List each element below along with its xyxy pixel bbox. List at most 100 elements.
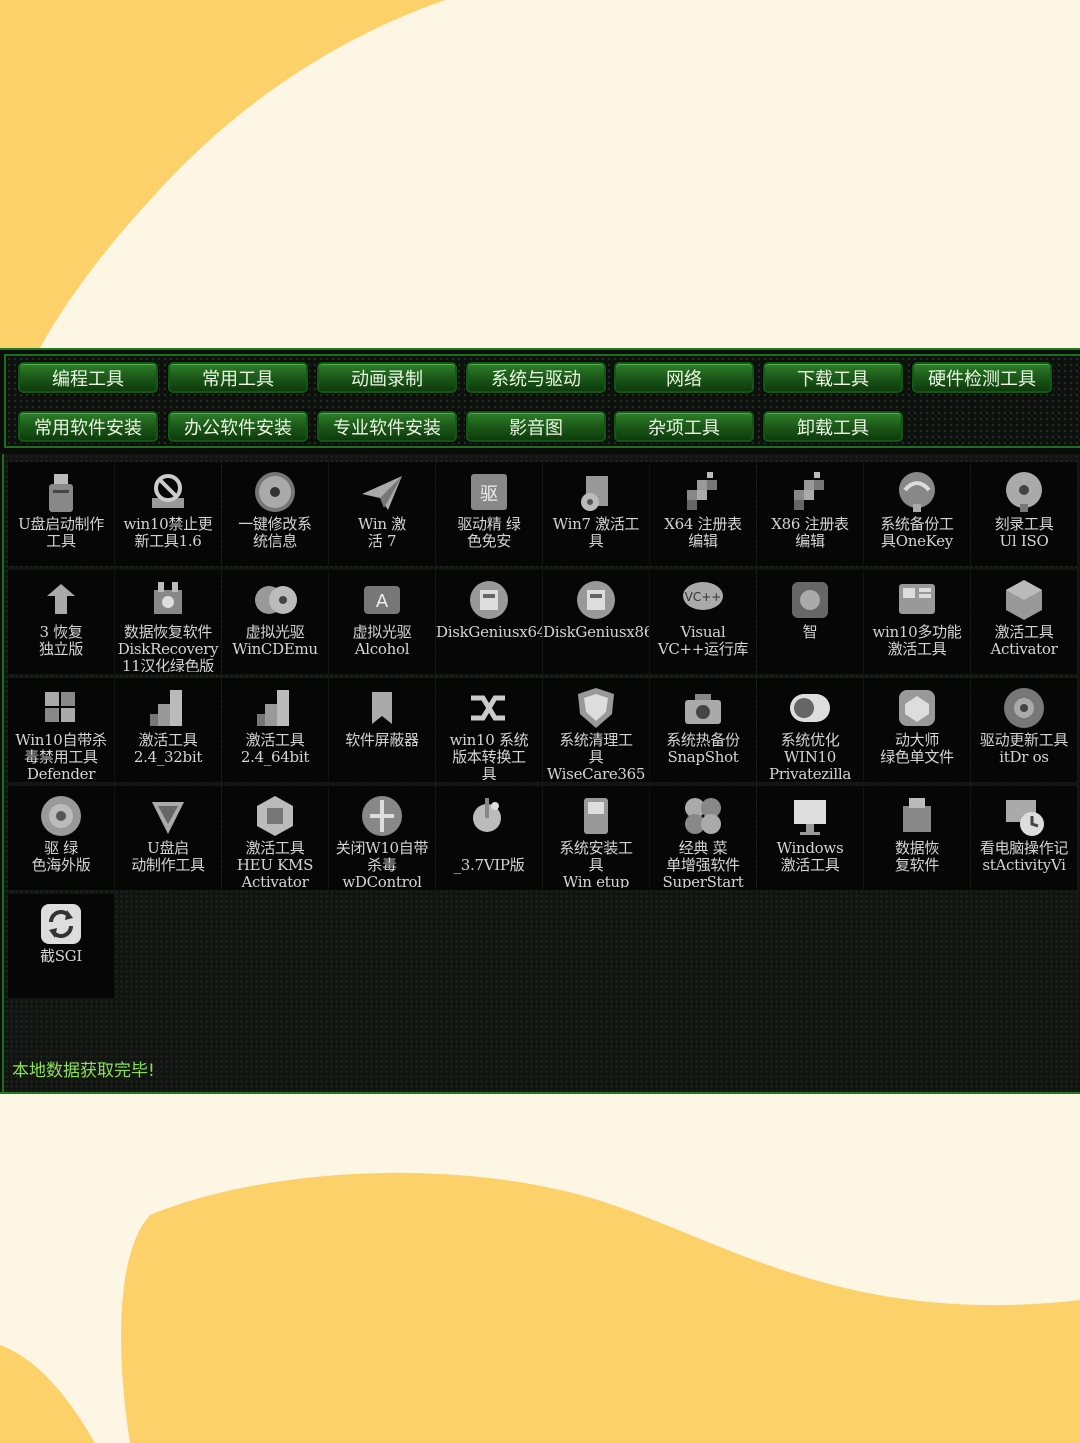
tool-tile-label: 激活工具 Activator xyxy=(990,624,1058,658)
tool-tile[interactable]: win10多功能 激活工具 xyxy=(864,570,970,674)
app-icon xyxy=(786,576,834,624)
tab-office-software[interactable]: 办公软件安装 xyxy=(168,411,308,442)
tool-tile[interactable]: Windows 激活工具 xyxy=(757,786,863,890)
driver-box-icon: 驱 xyxy=(465,468,513,516)
tool-tile[interactable]: DiskGeniusx86 xyxy=(543,570,649,674)
tool-tile[interactable]: 看电脑操作记 stActivityVi xyxy=(971,786,1077,890)
tool-tile[interactable]: U盘启 动制作工具 xyxy=(115,786,221,890)
tool-tile[interactable]: Win 激 活 7 xyxy=(329,462,435,566)
tool-tile[interactable]: 系统安装工 具 Win etup xyxy=(543,786,649,890)
tool-tile[interactable]: Win7 激活工 具 xyxy=(543,462,649,566)
tab-programming-tools[interactable]: 编程工具 xyxy=(18,362,158,393)
tool-tile[interactable]: win10 系统 版本转换工 具 xyxy=(436,678,542,782)
tool-tile-label: 激活工具 HEU KMS Activator xyxy=(236,840,314,888)
superstart-icon xyxy=(679,792,727,840)
tool-tile-label: DiskGeniusx86 xyxy=(543,624,649,641)
virtual-drive-icon xyxy=(251,576,299,624)
tool-tile-label: 3 恢复 独立版 xyxy=(38,624,84,658)
tool-tile[interactable]: DiskGeniusx64 xyxy=(436,570,542,674)
tab-download-tools[interactable]: 下载工具 xyxy=(763,362,903,393)
blocker-icon xyxy=(358,684,406,732)
windows-activation-icon xyxy=(786,792,834,840)
tool-tile[interactable]: 虚拟光驱 WinCDEmu xyxy=(222,570,328,674)
tab-network[interactable]: 网络 xyxy=(614,362,754,393)
tool-tile[interactable]: 关闭W10自带 杀毒 wDControl xyxy=(329,786,435,890)
tool-tile[interactable]: 一键修改系 统信息 xyxy=(222,462,328,566)
tool-tile[interactable]: Win10自带杀 毒禁用工具 Defender Control xyxy=(8,678,114,782)
driver-update-icon xyxy=(1000,684,1048,732)
activation-panel-icon xyxy=(893,576,941,624)
tool-tile-label: 刻录工具 Ul ISO xyxy=(994,516,1054,550)
tool-tile-label: 系统清理工 具 WiseCare365 xyxy=(546,732,646,780)
tool-tile[interactable]: 驱驱动精 绿 色免安 xyxy=(436,462,542,566)
tool-tile[interactable]: 刻录工具 Ul ISO xyxy=(971,462,1077,566)
driver-master-icon xyxy=(893,684,941,732)
system-info-disc-icon xyxy=(251,468,299,516)
activator-blocks-icon xyxy=(144,684,192,732)
tool-tile-label: _3.7VIP版 xyxy=(453,856,525,874)
activity-clock-icon xyxy=(1000,792,1048,840)
tool-tile[interactable]: A 虚拟光驱 Alcohol xyxy=(329,570,435,674)
tool-tile[interactable]: X64 注册表 编辑 xyxy=(650,462,756,566)
tab-animation-recording[interactable]: 动画录制 xyxy=(317,362,457,393)
tab-common-software[interactable]: 常用软件安装 xyxy=(18,411,158,442)
tool-tile[interactable]: 系统优化 WIN10 Privatezilla xyxy=(757,678,863,782)
tool-tile[interactable]: 激活工具 HEU KMS Activator xyxy=(222,786,328,890)
activator-box-icon xyxy=(1000,576,1048,624)
tool-tile[interactable]: 截SGI xyxy=(8,894,114,998)
tab-common-tools[interactable]: 常用工具 xyxy=(168,362,308,393)
tool-tile[interactable]: _3.7VIP版 xyxy=(436,786,542,890)
tool-tile[interactable]: 系统清理工 具 WiseCare365 xyxy=(543,678,649,782)
tool-tile[interactable]: 驱 绿 色海外版 xyxy=(8,786,114,890)
svg-text:VC++: VC++ xyxy=(685,590,722,604)
tool-tile[interactable]: 智 xyxy=(757,570,863,674)
tool-tile-label: 系统安装工 具 Win etup xyxy=(559,840,633,888)
tool-tile-label: 系统备份工 具OneKey xyxy=(880,516,954,550)
tool-tile-label: Visual VC++运行库 xyxy=(657,624,749,658)
tool-tile-label: 虚拟光驱 Alcohol xyxy=(352,624,412,658)
tool-tile[interactable]: win10禁止更 新工具1.6 xyxy=(115,462,221,566)
tool-tile-label: Win 激 活 7 xyxy=(358,516,406,550)
tool-tile-label: DiskGeniusx64 xyxy=(436,624,542,641)
recovery-tool-icon xyxy=(144,576,192,624)
tool-tile[interactable]: VC++ Visual VC++运行库 xyxy=(650,570,756,674)
tool-tile-label: 一键修改系 统信息 xyxy=(238,516,312,550)
tool-tile[interactable]: 经典 菜 单增强软件 SuperStart xyxy=(650,786,756,890)
tab-pro-software[interactable]: 专业软件安装 xyxy=(317,411,457,442)
tab-misc-tools[interactable]: 杂项工具 xyxy=(614,411,754,442)
tab-bar: 编程工具 常用工具 动画录制 系统与驱动 网络 下载工具 硬件检测工具 常用软件… xyxy=(4,354,1080,448)
activator-blocks-icon xyxy=(251,684,299,732)
burn-disc-icon xyxy=(1000,468,1048,516)
tool-tile-label: Win7 激活工 具 xyxy=(552,516,640,550)
tool-tile[interactable]: 激活工具 2.4_64bit xyxy=(222,678,328,782)
tab-system-drivers[interactable]: 系统与驱动 xyxy=(466,362,606,393)
tool-tile[interactable]: U盘启动制作 工具 xyxy=(8,462,114,566)
tool-tile[interactable]: X86 注册表 编辑 xyxy=(757,462,863,566)
tool-tile[interactable]: 动大师 绿色单文件 xyxy=(864,678,970,782)
tool-tile[interactable]: 数据恢 复软件 xyxy=(864,786,970,890)
recovery-arrow-icon xyxy=(37,576,85,624)
tool-tile-label: 虚拟光驱 WinCDEmu xyxy=(232,624,318,658)
tool-tile[interactable]: 系统热备份 SnapShot xyxy=(650,678,756,782)
refresh-icon xyxy=(37,900,85,948)
svg-text:A: A xyxy=(376,591,389,612)
tool-tile-label: Windows 激活工具 xyxy=(776,840,844,874)
tool-tile[interactable]: 3 恢复 独立版 xyxy=(8,570,114,674)
tab-media[interactable]: 影音图 xyxy=(466,411,606,442)
tool-tile[interactable]: 数据恢复软件 DiskRecovery 11汉化绿色版 xyxy=(115,570,221,674)
tool-tile-label: 动大师 绿色单文件 xyxy=(880,732,954,766)
tool-tile[interactable]: 驱动更新工具 itDr os xyxy=(971,678,1077,782)
no-update-icon xyxy=(144,468,192,516)
tool-tile-label: 关闭W10自带 杀毒 wDControl xyxy=(335,840,429,888)
tool-tile-label: 驱动精 绿 色免安 xyxy=(457,516,521,550)
paper-plane-icon xyxy=(358,468,406,516)
tool-tile-label: U盘启 动制作工具 xyxy=(131,840,205,874)
tool-tile[interactable]: 激活工具 Activator xyxy=(971,570,1077,674)
tool-tile[interactable]: 系统备份工 具OneKey xyxy=(864,462,970,566)
tool-tile-label: 系统优化 WIN10 Privatezilla xyxy=(768,732,852,780)
tab-uninstall-tools[interactable]: 卸载工具 xyxy=(763,411,903,442)
tool-tile[interactable]: 软件屏蔽器 xyxy=(329,678,435,782)
tool-tile[interactable]: 激活工具 2.4_32bit xyxy=(115,678,221,782)
tab-hardware-detect[interactable]: 硬件检测工具 xyxy=(912,362,1052,393)
backup-disc-icon xyxy=(893,468,941,516)
